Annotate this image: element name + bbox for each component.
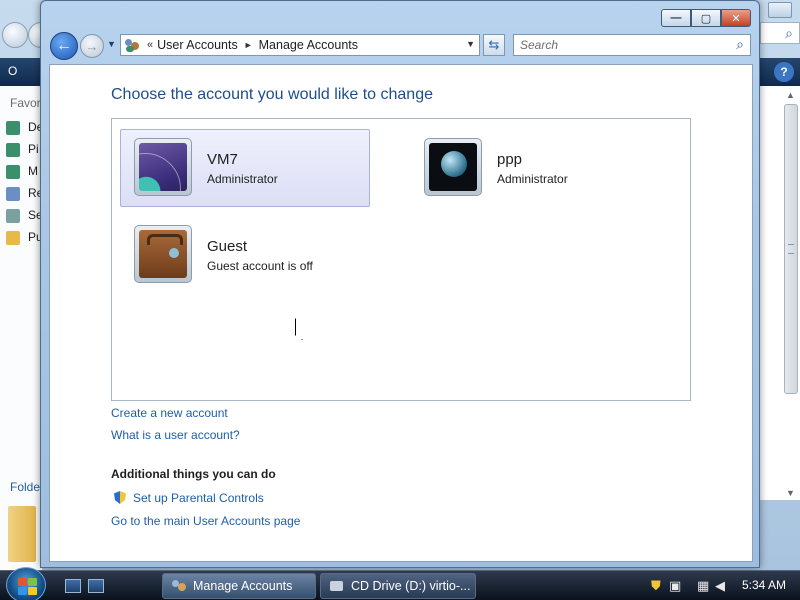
- avatar: [134, 138, 192, 196]
- taskbar-button-cd-drive[interactable]: CD Drive (D:) virtio-...: [320, 573, 476, 599]
- recent-pages-dropdown[interactable]: ▼: [107, 39, 116, 49]
- account-tile-vm7[interactable]: VM7 Administrator: [120, 129, 370, 207]
- notification-area: ⛊ ▣ ▦ ◀ 5:34 AM: [645, 571, 800, 600]
- sidebar-item-desktop[interactable]: De: [6, 120, 43, 135]
- show-desktop-icon[interactable]: [65, 579, 81, 593]
- windows-update-icon[interactable]: ▣: [669, 578, 681, 594]
- windows-logo-icon: [18, 578, 27, 586]
- clock[interactable]: 5:34 AM: [742, 578, 786, 592]
- recent-icon: [6, 186, 20, 201]
- background-back-button[interactable]: [2, 22, 28, 48]
- sidebar-item-public[interactable]: Pu: [6, 230, 43, 245]
- sidebar-item-pictures[interactable]: Pi: [6, 142, 39, 157]
- sidebar-item-music[interactable]: M: [6, 164, 38, 179]
- account-role: Administrator: [207, 172, 278, 186]
- content-pane: Choose the account you would like to cha…: [49, 64, 753, 562]
- searches-icon: [6, 208, 20, 223]
- refresh-button[interactable]: ⇆: [483, 34, 505, 56]
- close-button[interactable]: ✕: [721, 9, 751, 27]
- search-icon: ⌕: [785, 25, 793, 41]
- account-role: Administrator: [497, 172, 568, 186]
- cd-drive-icon: [329, 578, 345, 594]
- windows-logo-icon-part: [28, 578, 37, 586]
- forward-arrow-icon: →: [85, 38, 99, 54]
- taskbar-button-manage-accounts[interactable]: Manage Accounts: [162, 573, 316, 599]
- search-icon[interactable]: ⌕: [736, 36, 744, 53]
- music-icon: [6, 164, 20, 179]
- account-tile-ppp[interactable]: ppp Administrator: [410, 129, 660, 207]
- security-shield-icon[interactable]: ⛊: [651, 578, 661, 594]
- minimize-button[interactable]: —: [661, 9, 691, 27]
- documents-icon: [6, 120, 20, 135]
- scroll-down-icon[interactable]: ▼: [786, 488, 795, 498]
- maximize-button[interactable]: ▢: [691, 9, 721, 27]
- back-arrow-icon: ←: [56, 37, 72, 54]
- address-bar[interactable]: « User Accounts ► Manage Accounts ▼: [120, 34, 480, 56]
- folder-icon: [6, 230, 20, 245]
- shield-icon: [114, 491, 126, 504]
- refresh-icon: ⇆: [488, 37, 500, 52]
- parental-controls-link[interactable]: Set up Parental Controls: [133, 491, 264, 505]
- sidebar-item-recent[interactable]: Re: [6, 186, 43, 201]
- favorites-label: Favor: [10, 96, 41, 110]
- page-title: Choose the account you would like to cha…: [111, 86, 433, 103]
- windows-logo-icon-part: [18, 587, 27, 595]
- account-role: Guest account is off: [207, 259, 313, 273]
- start-button[interactable]: [6, 567, 46, 600]
- breadcrumb-overflow[interactable]: «: [147, 39, 153, 51]
- sidebar-item-searches[interactable]: Se: [6, 208, 43, 223]
- task-label: CD Drive (D:) virtio-...: [351, 579, 471, 593]
- windows-logo-icon-part: [28, 587, 37, 595]
- what-is-user-account-link[interactable]: What is a user account?: [111, 428, 240, 442]
- search-input[interactable]: [514, 35, 714, 55]
- manage-accounts-window: — ▢ ✕ ← → ▼ « User Accounts ► Manage Acc…: [40, 0, 760, 568]
- volume-muted-icon[interactable]: ◀: [715, 578, 725, 594]
- account-name: VM7: [207, 151, 238, 168]
- background-search-box[interactable]: ⌕: [760, 22, 800, 44]
- scrollbar-grip-icon: [788, 244, 794, 254]
- chevron-down-icon: ▼: [107, 39, 116, 49]
- avatar: [424, 138, 482, 196]
- accounts-list: VM7 Administrator ppp Administrator Gues…: [111, 118, 691, 401]
- folder-icon: [8, 506, 36, 562]
- taskbar: Manage Accounts CD Drive (D:) virtio-...…: [0, 567, 800, 600]
- breadcrumb-separator-icon[interactable]: ►: [244, 40, 253, 50]
- create-account-link[interactable]: Create a new account: [111, 406, 228, 420]
- task-label: Manage Accounts: [193, 579, 293, 593]
- user-accounts-icon: [171, 578, 187, 594]
- switch-windows-icon[interactable]: [88, 579, 104, 593]
- caption-buttons: — ▢ ✕: [661, 9, 751, 27]
- main-user-accounts-link[interactable]: Go to the main User Accounts page: [111, 514, 300, 528]
- pictures-icon: [6, 142, 20, 157]
- back-button[interactable]: ←: [50, 32, 78, 60]
- breadcrumb-user-accounts[interactable]: User Accounts: [157, 38, 238, 52]
- search-box: ⌕: [513, 34, 751, 56]
- background-minimize-button[interactable]: [768, 2, 792, 18]
- user-accounts-icon: [124, 37, 140, 53]
- avatar: [134, 225, 192, 283]
- help-icon[interactable]: ?: [774, 62, 794, 82]
- account-name: Guest: [207, 238, 248, 255]
- breadcrumb-manage-accounts[interactable]: Manage Accounts: [259, 38, 358, 52]
- chevron-down-icon[interactable]: ▼: [466, 39, 475, 49]
- scroll-up-icon[interactable]: ▲: [786, 90, 795, 100]
- network-icon[interactable]: ▦: [697, 578, 709, 594]
- background-navigation-pane: Favor De Pi M Re Se Pu Folde: [0, 86, 43, 570]
- account-tile-guest[interactable]: Guest Guest account is off: [120, 216, 370, 294]
- folders-toggle[interactable]: Folde: [10, 480, 40, 494]
- background-organize-button[interactable]: O: [8, 64, 17, 78]
- additional-things-heading: Additional things you can do: [111, 467, 276, 481]
- forward-button[interactable]: →: [80, 34, 104, 58]
- account-name: ppp: [497, 151, 523, 168]
